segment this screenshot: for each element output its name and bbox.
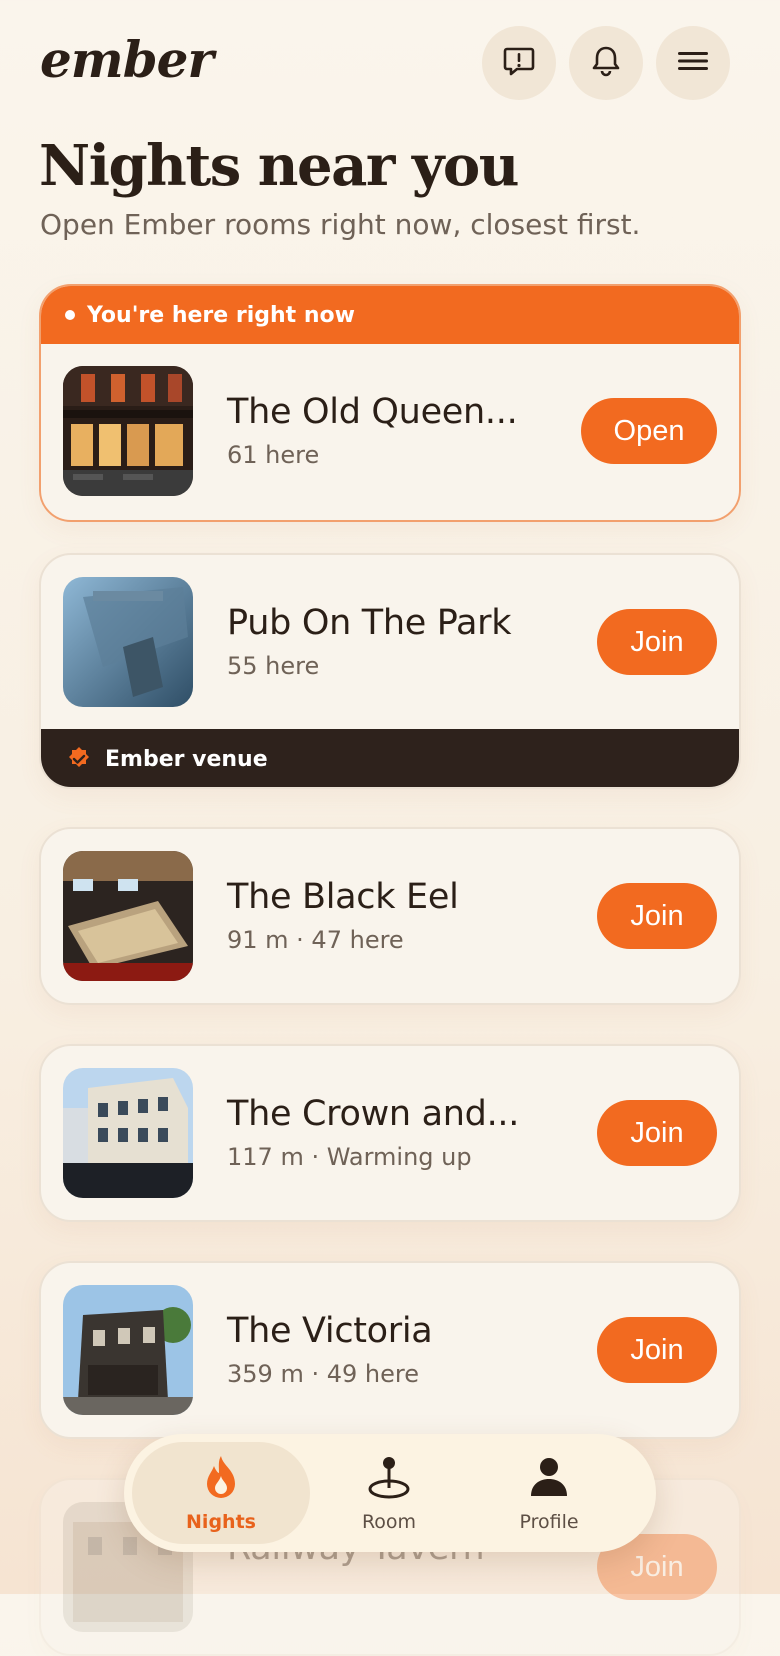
venue-card[interactable]: The Crown and... 117 m · Warming up Join <box>39 1044 741 1222</box>
current-venue-card[interactable]: You're here right now The Old Queen... 6… <box>39 284 741 522</box>
nav-nights-label: Nights <box>186 1510 256 1533</box>
venue-card[interactable]: Pub On The Park 55 here Join Ember venue <box>39 553 741 789</box>
venue-card[interactable]: The Victoria 359 m · 49 here Join <box>39 1261 741 1439</box>
here-banner-label: You're here right now <box>87 302 355 328</box>
nav-room-label: Room <box>361 1510 417 1533</box>
verified-badge-icon <box>65 745 93 773</box>
venue-name: The Old Queen... <box>227 392 518 432</box>
venue-name: Pub On The Park <box>227 603 512 643</box>
nav-room[interactable]: Room <box>314 1442 464 1544</box>
open-button[interactable]: Open <box>581 398 717 464</box>
venue-name: The Victoria <box>227 1311 433 1351</box>
join-button[interactable]: Join <box>597 883 717 949</box>
notifications-button[interactable] <box>569 26 643 100</box>
report-button[interactable] <box>482 26 556 100</box>
menu-icon <box>675 43 711 83</box>
pin-icon <box>366 1454 412 1505</box>
venue-status: 117 m · Warming up <box>227 1143 472 1171</box>
live-dot-icon <box>65 310 75 320</box>
app-header: ember <box>0 0 780 125</box>
app-logo: ember <box>40 30 214 89</box>
nav-profile-label: Profile <box>519 1510 579 1533</box>
venue-thumbnail <box>63 1068 193 1198</box>
ember-venue-label: Ember venue <box>105 746 268 772</box>
here-banner: You're here right now <box>41 286 739 344</box>
bottom-nav: Nights Room Profile <box>124 1434 656 1552</box>
venue-thumbnail <box>63 577 193 707</box>
nav-nights[interactable]: Nights <box>132 1442 310 1544</box>
venue-name: The Crown and... <box>227 1094 520 1134</box>
venue-card[interactable]: The Black Eel 91 m · 47 here Join <box>39 827 741 1005</box>
venue-status: 55 here <box>227 652 320 680</box>
join-button[interactable]: Join <box>597 609 717 675</box>
venue-status: 61 here <box>227 441 320 469</box>
menu-button[interactable] <box>656 26 730 100</box>
page-title: Nights near you <box>39 133 519 199</box>
venue-thumbnail <box>63 366 193 496</box>
venue-status: 91 m · 47 here <box>227 926 404 954</box>
bell-icon <box>588 43 624 83</box>
report-icon <box>501 43 537 83</box>
venue-thumbnail <box>63 851 193 981</box>
join-button[interactable]: Join <box>597 1100 717 1166</box>
join-button[interactable]: Join <box>597 1317 717 1383</box>
person-icon <box>526 1454 572 1505</box>
venue-name: The Black Eel <box>227 877 459 917</box>
page-subtitle: Open Ember rooms right now, closest firs… <box>40 208 641 241</box>
venue-status: 359 m · 49 here <box>227 1360 419 1388</box>
venue-thumbnail <box>63 1285 193 1415</box>
flame-icon <box>201 1454 241 1505</box>
ember-venue-bar: Ember venue <box>41 729 739 787</box>
nav-profile[interactable]: Profile <box>474 1442 624 1544</box>
